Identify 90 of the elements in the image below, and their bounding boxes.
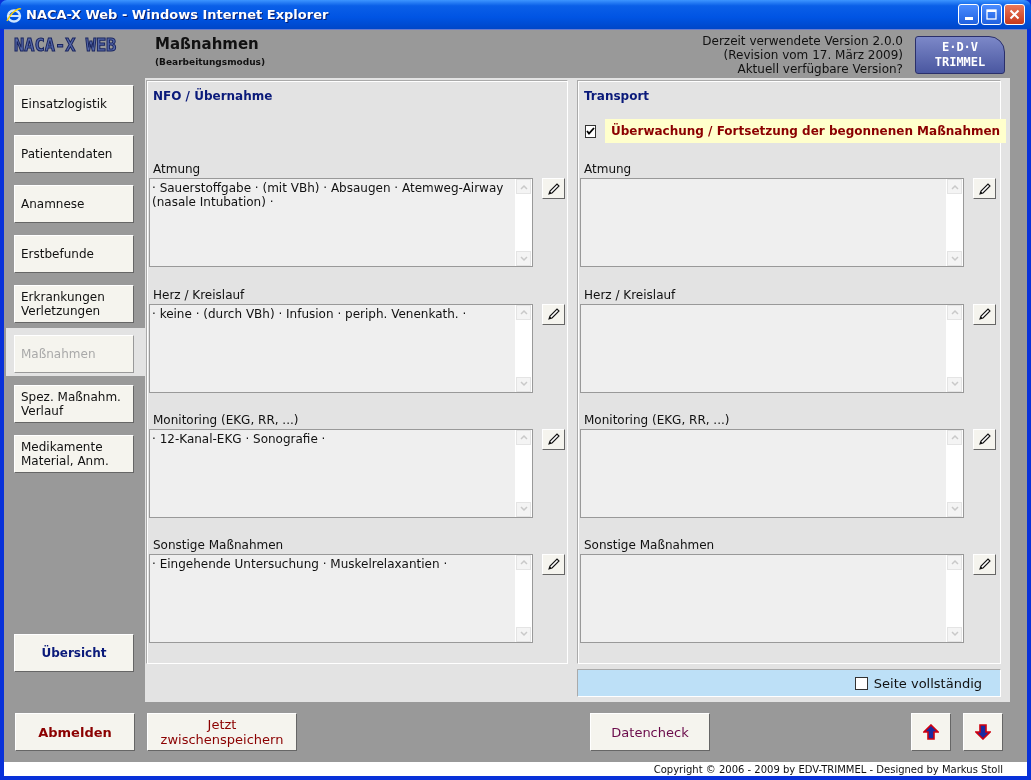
close-icon [1009,9,1020,20]
text-area[interactable] [580,553,964,643]
edit-button[interactable] [973,553,996,575]
edit-button[interactable] [973,428,996,450]
pencil-icon [977,432,992,447]
scroll-down-icon [519,631,528,638]
pencil-icon [546,557,561,572]
version-text: Derzeit verwendete Version 2.0.0 [702,34,903,48]
copyright-text: Copyright © 2006 - 2009 by EDV-TRIMMEL - Designed by Markus Stoll [653,763,1003,775]
nav-button[interactable]: Erstbefunde [14,235,134,273]
nav-button[interactable]: Einsatzlogistik [14,85,134,123]
scroll-up-icon [950,183,959,190]
brand-logo: E·D·V TRIMMEL [915,36,1005,74]
maximize-icon [986,9,997,20]
text-area[interactable]: · keine · (durch VBh) · Infusion · periph. Venenkath. · [149,303,533,393]
field-label: Herz / Kreislauf [583,287,677,304]
scroll-down-icon [950,381,959,388]
nav-button[interactable]: Medikamente Material, Anm. [14,435,134,473]
field-label: Atmung [583,162,633,179]
scroll-up-icon [519,309,528,316]
scroll-up-icon [519,434,528,441]
scroll-up-icon [950,559,959,566]
edit-button[interactable] [542,553,565,575]
save-button[interactable]: Jetzt zwischenspeichern [147,713,297,751]
field-text: · Eingehende Untersuchung · Muskelrelaxantien · [152,556,448,571]
minimize-icon [964,17,973,20]
pencil-icon [977,181,992,196]
text-area[interactable]: · Sauerstoffgabe · (mit VBh) · Absaugen · Atemweg-Airway (nasale Intubation) · [149,178,533,268]
pencil-icon [546,307,561,322]
field-text: · keine · (durch VBh) · Infusion · periph. Venenkath. · [152,306,467,321]
maximize-button[interactable] [981,4,1002,25]
scroll-up-icon [519,183,528,190]
checkbox-label: Seite vollständig [873,675,982,691]
browser-icon [6,6,22,23]
edit-button[interactable] [973,303,996,325]
field-text: · Sauerstoffgabe · (mit VBh) · Absaugen · Atemweg-Airway (nasale Intubation) · [152,181,505,210]
scroll-up-icon [950,434,959,441]
logout-button[interactable]: Abmelden [15,713,135,751]
field-label: Sonstige Maßnahmen [583,537,716,554]
text-area[interactable]: · Eingehende Untersuchung · Muskelrelaxantien · [149,553,533,643]
close-button[interactable] [1004,4,1025,25]
window-title: NACA-X Web - Windows Internet Explorer [26,7,330,22]
data-check-button[interactable]: Datencheck [590,713,710,751]
text-area[interactable]: · 12-Kanal-EKG · Sonografie · [149,428,533,518]
field-label: Herz / Kreislauf [152,287,246,304]
page-title: Maßnahmen [155,35,260,53]
arrow-down-icon [975,724,991,740]
scroll-up-icon [519,559,528,566]
text-area[interactable] [580,428,964,518]
field-text: · 12-Kanal-EKG · Sonografie · [152,431,326,446]
field-label: Monitoring (EKG, RR, ...) [152,412,300,429]
text-area[interactable] [580,303,964,393]
scroll-down-icon [519,255,528,262]
mode-label: (Bearbeitungsmodus) [155,57,267,67]
check-icon [586,127,595,135]
pencil-icon [546,181,561,196]
pencil-icon [977,557,992,572]
pencil-icon [977,307,992,322]
nav-button[interactable]: Patientendaten [14,135,134,173]
checkbox[interactable] [585,124,596,138]
scroll-up-icon [950,309,959,316]
nav-button[interactable]: Erkrankungen Verletzungen [14,285,134,323]
scroll-down-icon [950,506,959,513]
version-link[interactable]: Aktuell verfügbare Version? [737,62,903,76]
app-logo: NACA-X WEB [14,35,118,55]
overview-button[interactable]: Übersicht [14,634,134,672]
checkbox-label: Überwachung / Fortsetzung der begonnenen Maßnahmen [605,119,1007,143]
checkbox[interactable] [854,676,868,690]
field-label: Atmung [152,162,202,179]
nav-button[interactable]: Anamnese [14,185,134,223]
edit-button[interactable] [542,428,565,450]
down-button[interactable] [963,713,1003,751]
scroll-down-icon [950,631,959,638]
panel-title: Transport [584,89,651,103]
scroll-down-icon [950,255,959,262]
edit-button[interactable] [973,178,996,200]
edit-button[interactable] [542,303,565,325]
field-label: Sonstige Maßnahmen [152,537,285,554]
edit-button[interactable] [542,178,565,200]
minimize-button[interactable] [958,4,979,25]
scroll-down-icon [519,381,528,388]
pencil-icon [546,432,561,447]
arrow-up-icon [923,724,939,740]
version-text: (Revision vom 17. März 2009) [723,48,903,62]
scroll-down-icon [519,506,528,513]
nav-button[interactable]: Spez. Maßnahm. Verlauf [14,385,134,423]
up-button[interactable] [911,713,951,751]
text-area[interactable] [580,178,964,268]
panel-title: NFO / Übernahme [153,89,274,103]
field-label: Monitoring (EKG, RR, ...) [583,412,731,429]
